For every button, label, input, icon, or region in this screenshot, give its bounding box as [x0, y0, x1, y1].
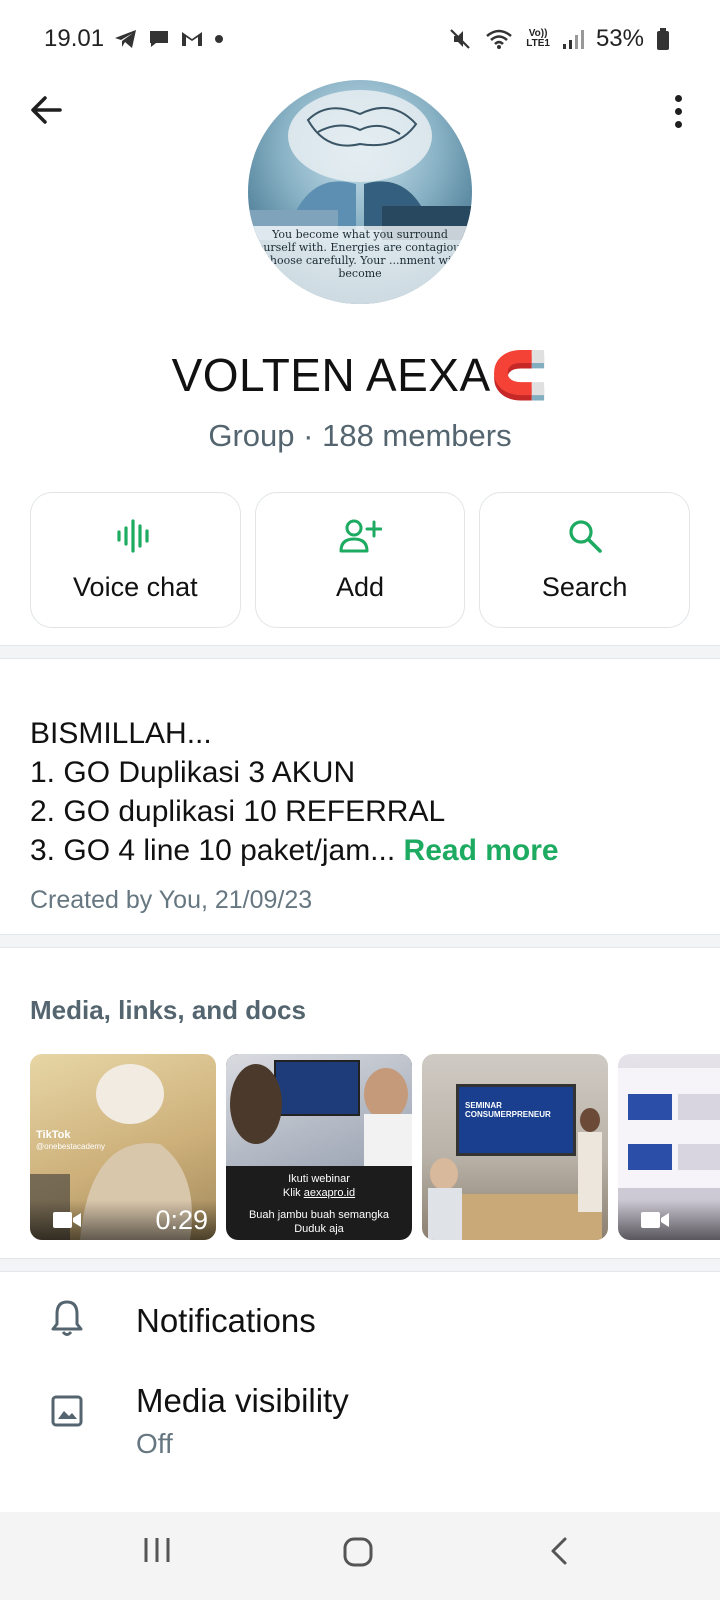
add-label: Add: [335, 571, 385, 602]
caption-line-link: Klik aexapro.id: [226, 1186, 412, 1200]
system-nav-bar: [0, 1512, 720, 1600]
description-line: BISMILLAH...: [30, 717, 212, 750]
caption-line: Ikuti webinar: [288, 1173, 350, 1185]
nav-back-icon: [551, 1537, 567, 1565]
read-more-link[interactable]: Read more: [404, 834, 559, 867]
group-description[interactable]: BISMILLAH... 1. GO Duplikasi 3 AKUN 2. G…: [30, 714, 690, 870]
search-label: Search: [541, 571, 628, 602]
video-camera-icon: [641, 1212, 669, 1228]
group-subtitle: Group · 188 members: [208, 418, 512, 453]
description-line-last: 3. GO 4 line 10 paket/jam... Read more: [30, 831, 690, 870]
thumbnail-people-art: [230, 1064, 412, 1166]
signal-icon: [562, 28, 584, 50]
media-thumbnail[interactable]: TikTok @onebestacademy 0:29: [30, 1054, 216, 1240]
status-bar: 19.01 Vo)) LTE1 53%: [0, 0, 720, 78]
media-strip: TikTok @onebestacademy 0:29 Ikuti webina…: [30, 1054, 720, 1240]
media-visibility-setting[interactable]: Media visibility Off: [0, 1378, 720, 1488]
group-avatar[interactable]: You become what you surround yourself wi…: [248, 80, 472, 304]
home-icon: [343, 1537, 373, 1567]
description-line: 2. GO duplikasi 10 REFERRAL: [30, 795, 446, 828]
media-thumbnail[interactable]: [618, 1054, 720, 1240]
search-icon: [569, 519, 602, 553]
caption-prefix: Klik: [282, 1187, 304, 1199]
home-button[interactable]: [342, 1536, 374, 1573]
voice-chat-button[interactable]: Voice chat: [30, 492, 241, 628]
dot-icon: [214, 34, 224, 44]
media-thumbnail[interactable]: Ikuti webinar Klik aexapro.id Buah jambu…: [226, 1054, 412, 1240]
network-label-bottom: LTE1: [526, 38, 550, 49]
media-section-title[interactable]: Media, links, and docs: [30, 995, 306, 1026]
person-add-icon: [339, 519, 382, 552]
gmail-icon: [180, 30, 204, 48]
caption-line: Buah jambu buah semangka: [248, 1209, 390, 1221]
search-button[interactable]: Search: [479, 492, 691, 628]
tiktok-watermark: TikTok @onebestacademy: [36, 1130, 105, 1152]
arrow-left-icon: [31, 96, 62, 124]
video-duration: 0:29: [155, 1205, 208, 1235]
status-bar-left: 19.01: [44, 25, 224, 53]
battery-icon: [656, 27, 670, 51]
caption-line: Duduk aja: [294, 1223, 344, 1235]
more-options-button[interactable]: [668, 88, 688, 134]
recent-apps-icon: [144, 1538, 170, 1562]
chat-icon: [148, 29, 170, 49]
media-visibility-value: Off: [136, 1428, 173, 1459]
thumbnail-art: [428, 1108, 602, 1240]
battery-percent: 53%: [595, 25, 644, 52]
wifi-icon: [484, 27, 514, 51]
media-thumbnail[interactable]: SEMINAR CONSUMERPRENEUR: [422, 1054, 608, 1240]
thumbnail-caption: Ikuti webinar Klik aexapro.id Buah jambu…: [226, 1172, 412, 1236]
network-type-label: Vo)) LTE1: [526, 29, 550, 49]
more-vert-icon-dot: [674, 120, 682, 128]
bell-icon: [51, 1300, 83, 1336]
image-icon: [51, 1395, 83, 1427]
description-line: 1. GO Duplikasi 3 AKUN: [30, 756, 356, 789]
recent-apps-button[interactable]: [142, 1536, 172, 1569]
action-buttons: Voice chat Add Search: [30, 492, 691, 628]
voice-chat-label: Voice chat: [73, 571, 198, 602]
created-info: Created by You, 21/09/23: [30, 886, 313, 914]
section-divider: [0, 1258, 720, 1272]
tiktok-handle: @onebestacademy: [36, 1142, 106, 1151]
description-line: 3. GO 4 line 10 paket/jam...: [30, 834, 396, 867]
tiktok-brand: TikTok: [36, 1129, 71, 1141]
section-divider: [0, 934, 720, 948]
group-name: VOLTEN AEXA🧲: [171, 349, 549, 401]
status-time: 19.01: [44, 25, 105, 52]
add-member-button[interactable]: Add: [254, 492, 466, 628]
more-vert-icon-dot: [674, 94, 682, 102]
video-camera-icon: [53, 1212, 81, 1228]
back-button[interactable]: [26, 90, 66, 130]
caption-link: aexapro.id: [303, 1187, 356, 1199]
nav-back-button[interactable]: [549, 1536, 569, 1571]
media-visibility-label: Media visibility: [136, 1382, 349, 1419]
voice-wave-icon: [117, 518, 149, 553]
avatar-caption: You become what you surround yourself wi…: [248, 226, 472, 304]
notifications-setting[interactable]: Notifications: [0, 1282, 720, 1370]
mute-icon: [448, 27, 472, 51]
section-divider: [0, 645, 720, 659]
telegram-icon: [114, 29, 138, 49]
more-vert-icon-dot: [674, 107, 682, 115]
status-bar-right: Vo)) LTE1 53%: [448, 25, 670, 53]
notifications-label: Notifications: [136, 1302, 316, 1339]
